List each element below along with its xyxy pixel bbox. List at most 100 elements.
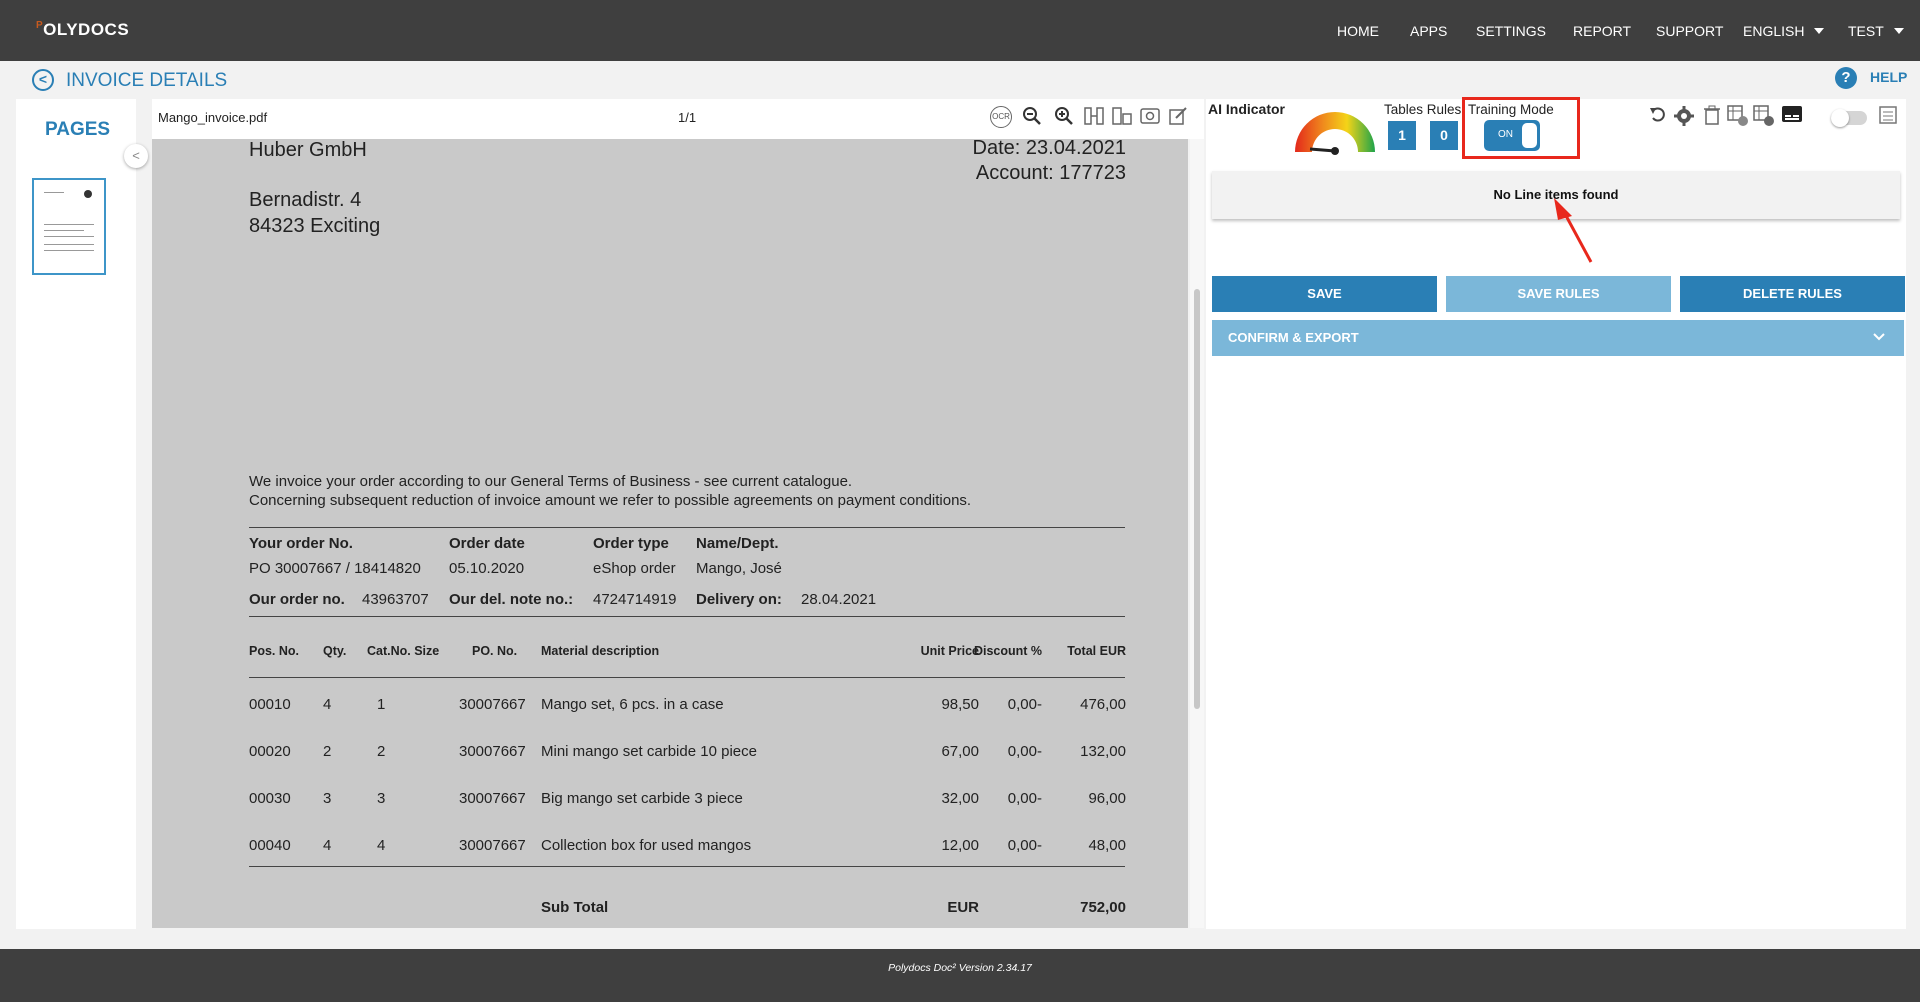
cell-pos-no: 00010 bbox=[249, 696, 291, 713]
annotation-arrow bbox=[1554, 198, 1593, 263]
thumb-line bbox=[44, 250, 94, 251]
chevron-down-icon bbox=[1872, 320, 1886, 356]
table-header: Pos. No. bbox=[249, 644, 300, 658]
thumb-line bbox=[44, 230, 84, 231]
document-preview[interactable]: Huber GmbH Bernadistr. 4 84323 Exciting … bbox=[152, 139, 1188, 928]
annotation-highlight-box bbox=[1462, 97, 1580, 159]
language-dropdown[interactable]: ENGLISH bbox=[1743, 23, 1825, 39]
zoom-out-icon[interactable] bbox=[1020, 106, 1044, 130]
thumb-logo bbox=[84, 190, 92, 198]
column-icon[interactable] bbox=[1082, 106, 1106, 130]
display-switch[interactable] bbox=[1831, 109, 1867, 127]
cell-qty: 4 bbox=[323, 837, 332, 854]
order-header: Order date bbox=[449, 535, 525, 552]
nav-support[interactable]: SUPPORT bbox=[1656, 23, 1723, 39]
cell-total: 476,00 bbox=[1080, 696, 1126, 713]
doc-city: 84323 Exciting bbox=[249, 215, 381, 237]
delivery-value: 28.04.2021 bbox=[801, 591, 877, 608]
footer: Polydocs Doc² Version 2.34.17 bbox=[0, 949, 1920, 1002]
user-dropdown[interactable]: TEST bbox=[1848, 23, 1904, 39]
chevron-down-icon bbox=[1893, 28, 1904, 34]
nav-settings[interactable]: SETTINGS bbox=[1476, 23, 1546, 39]
table-settings-icon[interactable] bbox=[1752, 105, 1776, 129]
gear-icon[interactable] bbox=[1672, 105, 1696, 129]
ocr-icon[interactable]: OCR bbox=[990, 106, 1012, 128]
pages-label: PAGES bbox=[45, 119, 111, 140]
cell-pos-no: 00020 bbox=[249, 743, 291, 760]
page-thumbnail[interactable] bbox=[32, 178, 106, 275]
delete-rules-button[interactable]: DELETE RULES bbox=[1680, 276, 1905, 312]
cell-qty: 4 bbox=[323, 696, 332, 713]
table-header: Total EUR bbox=[1067, 644, 1126, 658]
nav-home[interactable]: HOME bbox=[1337, 23, 1379, 39]
scrollbar-thumb[interactable] bbox=[1194, 289, 1200, 709]
doc-account: Account: 177723 bbox=[975, 162, 1126, 184]
order-value: eShop order bbox=[593, 560, 676, 577]
cell-total: 48,00 bbox=[1088, 837, 1126, 854]
doc-company: Huber GmbH bbox=[249, 139, 367, 161]
cell-description: Collection box for used mangos bbox=[541, 837, 752, 854]
cell-po-no: 30007667 bbox=[459, 743, 526, 760]
table-add-icon[interactable] bbox=[1726, 105, 1750, 129]
tables-rules-label: Tables Rules bbox=[1384, 102, 1462, 117]
table-header: Cat.No. Size bbox=[367, 644, 440, 658]
doc-date: Date: 23.04.2021 bbox=[972, 139, 1126, 159]
our-order-label: Our order no. bbox=[249, 591, 345, 608]
chevron-down-icon bbox=[1814, 28, 1825, 34]
language-label: ENGLISH bbox=[1743, 23, 1805, 39]
document-scrollbar[interactable] bbox=[1190, 139, 1204, 928]
del-note-label: Our del. note no.: bbox=[449, 591, 574, 608]
order-header: Order type bbox=[593, 535, 669, 552]
confirm-export-label: CONFIRM & EXPORT bbox=[1228, 330, 1359, 345]
ai-gauge-icon bbox=[1295, 112, 1375, 155]
cell-cat-no: 1 bbox=[377, 696, 386, 713]
our-order-value: 43963707 bbox=[362, 591, 429, 608]
cell-po-no: 30007667 bbox=[459, 790, 526, 807]
table-header: Qty. bbox=[323, 644, 347, 658]
doc-street: Bernadistr. 4 bbox=[249, 189, 362, 211]
logo-text: OLYDOCS bbox=[43, 20, 130, 39]
nav-report[interactable]: REPORT bbox=[1573, 23, 1631, 39]
cell-total: 132,00 bbox=[1080, 743, 1126, 760]
order-value: 05.10.2020 bbox=[449, 560, 525, 577]
thumb-line bbox=[44, 236, 94, 237]
cell-discount: 0,00- bbox=[1007, 837, 1042, 854]
undo-icon[interactable] bbox=[1646, 105, 1670, 129]
nav-apps[interactable]: APPS bbox=[1410, 23, 1447, 39]
edit-icon[interactable] bbox=[1166, 106, 1190, 130]
confirm-export-accordion[interactable]: CONFIRM & EXPORT bbox=[1212, 320, 1904, 356]
cell-description: Big mango set carbide 3 piece bbox=[541, 790, 743, 807]
cell-cat-no: 3 bbox=[377, 790, 386, 807]
thumb-line bbox=[44, 192, 64, 193]
top-navbar: POLYDOCS HOME APPS SETTINGS REPORT SUPPO… bbox=[0, 0, 1920, 61]
order-value: Mango, José bbox=[696, 560, 782, 577]
cell-qty: 3 bbox=[323, 790, 332, 807]
divider bbox=[249, 866, 1125, 867]
back-icon[interactable]: < bbox=[32, 69, 54, 91]
divider bbox=[249, 677, 1125, 678]
trash-icon[interactable] bbox=[1700, 105, 1724, 129]
save-button[interactable]: SAVE bbox=[1212, 276, 1437, 312]
cell-unit-price: 32,00 bbox=[941, 790, 979, 807]
subtitles-icon[interactable] bbox=[1780, 105, 1804, 129]
rules-count-badge: 0 bbox=[1430, 121, 1458, 150]
settings-grid-icon[interactable] bbox=[1138, 106, 1162, 130]
document-list-icon[interactable] bbox=[1876, 105, 1900, 129]
collapse-pages-button[interactable]: < bbox=[124, 144, 148, 168]
tables-count-badge: 1 bbox=[1388, 121, 1416, 150]
thumb-line bbox=[44, 244, 94, 245]
del-note-value: 4724714919 bbox=[593, 591, 677, 608]
zoom-in-icon[interactable] bbox=[1052, 106, 1076, 130]
logo[interactable]: POLYDOCS bbox=[36, 20, 129, 40]
save-rules-button[interactable]: SAVE RULES bbox=[1446, 276, 1671, 312]
cell-po-no: 30007667 bbox=[459, 837, 526, 854]
table-header: Unit Price bbox=[920, 644, 979, 658]
table-header: PO. No. bbox=[472, 644, 518, 658]
cell-description: Mango set, 6 pcs. in a case bbox=[541, 696, 724, 713]
help-icon[interactable]: ? bbox=[1835, 67, 1857, 89]
table-icon[interactable] bbox=[1110, 106, 1134, 130]
subtotal-label: Sub Total bbox=[541, 899, 609, 916]
divider bbox=[249, 527, 1125, 528]
help-link[interactable]: HELP bbox=[1870, 69, 1907, 85]
cell-description: Mini mango set carbide 10 piece bbox=[541, 743, 757, 760]
